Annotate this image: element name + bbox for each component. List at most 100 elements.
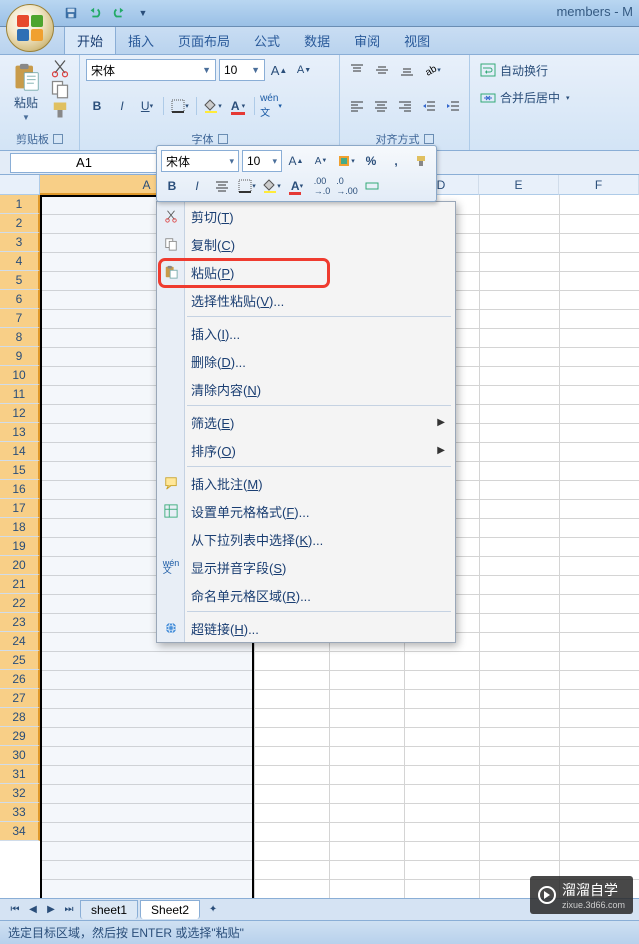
row-header-29[interactable]: 29	[0, 727, 40, 746]
align-bottom-button[interactable]	[396, 59, 418, 81]
mini-merge[interactable]	[361, 175, 383, 197]
name-box[interactable]: A1	[10, 153, 158, 173]
mini-fill[interactable]: ▾	[261, 175, 283, 197]
font-size-combo[interactable]: 10▼	[219, 59, 265, 81]
select-all-corner[interactable]	[0, 175, 40, 195]
row-header-5[interactable]: 5	[0, 271, 40, 290]
tab-公式[interactable]: 公式	[242, 26, 292, 54]
mini-shrink-font[interactable]: A▼	[310, 150, 332, 172]
fill-color-button[interactable]: ▾	[202, 95, 224, 117]
save-button[interactable]	[60, 2, 82, 24]
mini-percent-button[interactable]: %	[360, 150, 382, 172]
tab-视图[interactable]: 视图	[392, 26, 442, 54]
border-button[interactable]: ▾	[169, 95, 191, 117]
align-dialog-launcher[interactable]	[424, 134, 434, 144]
row-header-10[interactable]: 10	[0, 366, 40, 385]
increase-indent-button[interactable]	[442, 95, 463, 117]
menu-item-超链接[interactable]: 超链接(H)...	[157, 614, 455, 642]
align-right-button[interactable]	[394, 95, 415, 117]
tab-数据[interactable]: 数据	[292, 26, 342, 54]
row-header-17[interactable]: 17	[0, 499, 40, 518]
sheet-tab-Sheet2[interactable]: Sheet2	[140, 900, 200, 919]
row-header-21[interactable]: 21	[0, 575, 40, 594]
row-header-2[interactable]: 2	[0, 214, 40, 233]
increase-font-button[interactable]: A▲	[268, 59, 290, 81]
row-header-11[interactable]: 11	[0, 385, 40, 404]
tab-插入[interactable]: 插入	[116, 26, 166, 54]
phonetic-button[interactable]: wén文▾	[260, 95, 282, 117]
align-left-button[interactable]	[346, 95, 367, 117]
underline-button[interactable]: U▾	[136, 95, 158, 117]
row-header-23[interactable]: 23	[0, 613, 40, 632]
row-header-9[interactable]: 9	[0, 347, 40, 366]
row-header-13[interactable]: 13	[0, 423, 40, 442]
menu-item-筛选[interactable]: 筛选(E)▶	[157, 408, 455, 436]
wrap-text-button[interactable]: 自动换行	[476, 59, 594, 81]
mini-font-combo[interactable]: 宋体▾	[161, 150, 239, 172]
row-header-27[interactable]: 27	[0, 689, 40, 708]
align-top-button[interactable]	[346, 59, 368, 81]
mini-format-painter[interactable]	[410, 150, 432, 172]
mini-style-button[interactable]: ▾	[335, 150, 357, 172]
menu-item-插入[interactable]: 插入(I)...	[157, 319, 455, 347]
row-header-20[interactable]: 20	[0, 556, 40, 575]
first-sheet-button[interactable]: ⏮	[6, 901, 24, 919]
cut-button[interactable]	[50, 59, 70, 77]
paste-button[interactable]: 粘贴 ▼	[6, 59, 46, 125]
row-header-34[interactable]: 34	[0, 822, 40, 841]
row-header-31[interactable]: 31	[0, 765, 40, 784]
row-header-4[interactable]: 4	[0, 252, 40, 271]
row-header-14[interactable]: 14	[0, 442, 40, 461]
font-dialog-launcher[interactable]	[218, 134, 228, 144]
menu-item-设置单元格格式[interactable]: 设置单元格格式(F)...	[157, 497, 455, 525]
row-header-8[interactable]: 8	[0, 328, 40, 347]
italic-button[interactable]: I	[111, 95, 133, 117]
decrease-font-button[interactable]: A▼	[293, 59, 315, 81]
bold-button[interactable]: B	[86, 95, 108, 117]
row-header-33[interactable]: 33	[0, 803, 40, 822]
format-painter-button[interactable]	[50, 101, 70, 119]
spreadsheet-grid[interactable]: ABCDEF 123456789101112131415161718192021…	[0, 175, 639, 905]
new-sheet-button[interactable]: ✦	[204, 901, 222, 919]
tab-开始[interactable]: 开始	[64, 25, 116, 54]
align-center-button[interactable]	[370, 95, 391, 117]
decrease-indent-button[interactable]	[418, 95, 439, 117]
sheet-tab-sheet1[interactable]: sheet1	[80, 900, 138, 919]
mini-dec-decimal[interactable]: .0→.00	[336, 175, 358, 197]
mini-center[interactable]	[211, 175, 233, 197]
orientation-button[interactable]: ab▾	[421, 59, 443, 81]
clipboard-dialog-launcher[interactable]	[53, 134, 63, 144]
column-header-E[interactable]: E	[479, 175, 559, 195]
row-header-22[interactable]: 22	[0, 594, 40, 613]
menu-item-命名单元格区域[interactable]: 命名单元格区域(R)...	[157, 581, 455, 609]
mini-comma-button[interactable]: ,	[385, 150, 407, 172]
row-header-32[interactable]: 32	[0, 784, 40, 803]
tab-页面布局[interactable]: 页面布局	[166, 26, 242, 54]
undo-button[interactable]	[84, 2, 106, 24]
font-color-button[interactable]: A▾	[227, 95, 249, 117]
align-middle-button[interactable]	[371, 59, 393, 81]
row-header-26[interactable]: 26	[0, 670, 40, 689]
menu-item-显示拼音字段[interactable]: wén文显示拼音字段(S)	[157, 553, 455, 581]
row-header-1[interactable]: 1	[0, 195, 40, 214]
menu-item-删除[interactable]: 删除(D)...	[157, 347, 455, 375]
menu-item-排序[interactable]: 排序(O)▶	[157, 436, 455, 464]
mini-bold[interactable]: B	[161, 175, 183, 197]
row-header-24[interactable]: 24	[0, 632, 40, 651]
tab-审阅[interactable]: 审阅	[342, 26, 392, 54]
merge-center-button[interactable]: 合并后居中▾	[476, 87, 594, 109]
mini-inc-decimal[interactable]: .00→.0	[311, 175, 333, 197]
redo-button[interactable]	[108, 2, 130, 24]
mini-grow-font[interactable]: A▲	[285, 150, 307, 172]
font-name-combo[interactable]: 宋体▼	[86, 59, 216, 81]
row-header-7[interactable]: 7	[0, 309, 40, 328]
office-button[interactable]	[6, 4, 54, 52]
menu-item-从下拉列表中选择[interactable]: 从下拉列表中选择(K)...	[157, 525, 455, 553]
row-header-3[interactable]: 3	[0, 233, 40, 252]
qat-dropdown[interactable]: ▼	[132, 2, 154, 24]
row-header-16[interactable]: 16	[0, 480, 40, 499]
column-header-F[interactable]: F	[559, 175, 639, 195]
last-sheet-button[interactable]: ⏭	[60, 901, 78, 919]
row-header-6[interactable]: 6	[0, 290, 40, 309]
row-header-15[interactable]: 15	[0, 461, 40, 480]
